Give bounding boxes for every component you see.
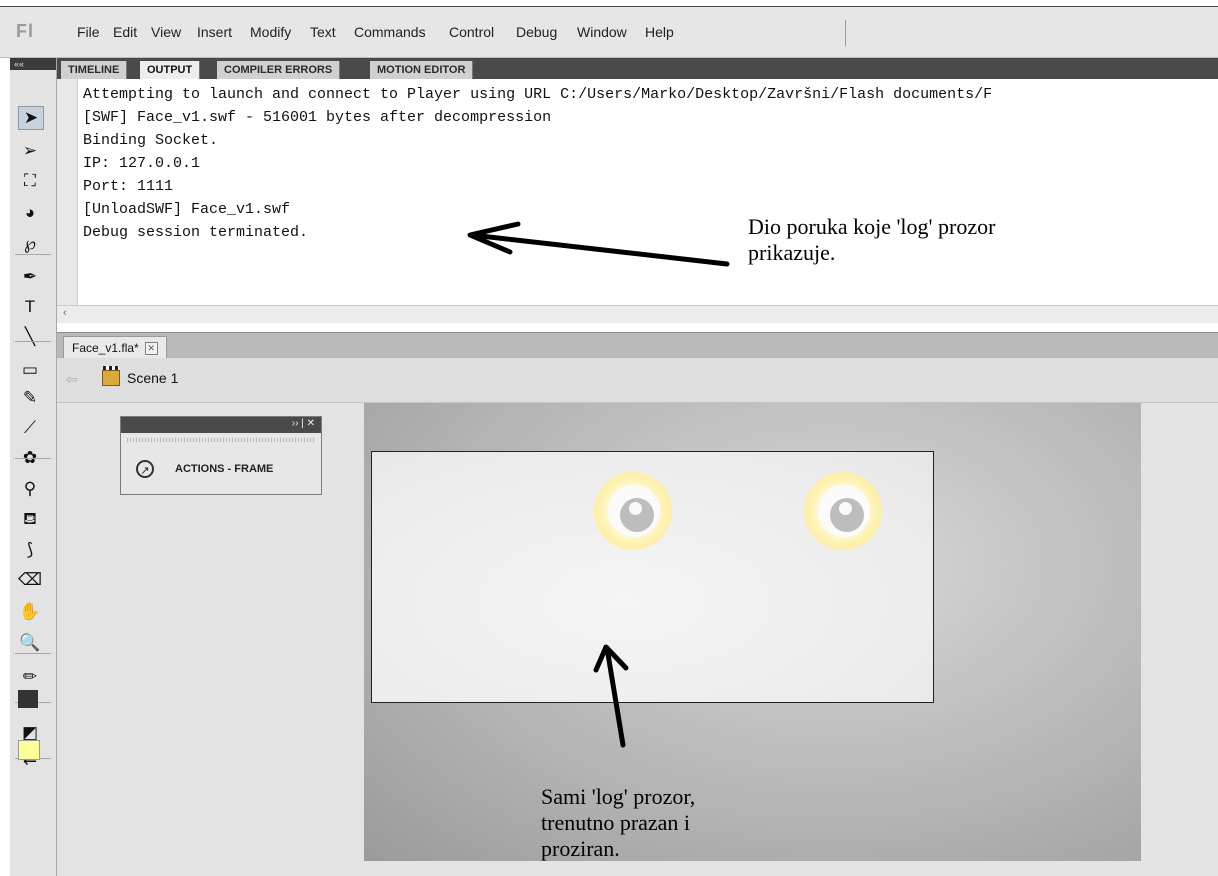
annotation-line: proziran. (541, 836, 620, 861)
annotation-arrows (467, 221, 730, 748)
annotation-line: Dio poruka koje 'log' prozor (748, 214, 996, 239)
annotation-line: Sami 'log' prozor, (541, 784, 696, 809)
annotation-line: prikazuje. (748, 240, 836, 265)
annotation-log-messages: Dio poruka koje 'log' prozor prikazuje. (748, 214, 995, 266)
annotation-line: trenutno prazan i (541, 810, 691, 835)
arrow-to-log-messages (467, 221, 730, 267)
annotation-log-window: Sami 'log' prozor, trenutno prazan i pro… (541, 784, 695, 862)
arrow-to-log-window (593, 644, 629, 748)
